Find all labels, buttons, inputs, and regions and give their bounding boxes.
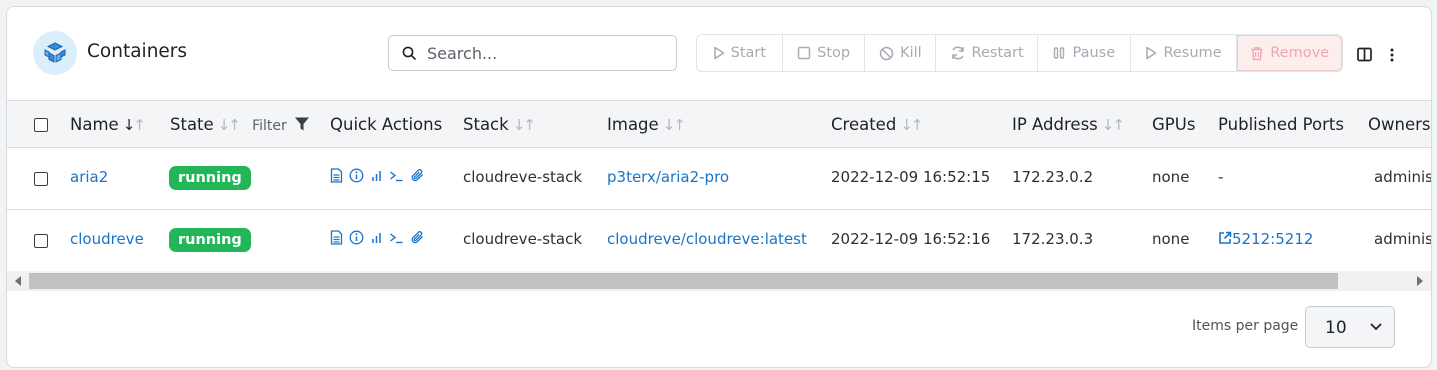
created-cell: 2022-12-09 16:52:16 <box>831 230 991 248</box>
stop-label: Stop <box>817 45 851 61</box>
published-ports-cell: - <box>1218 168 1224 186</box>
pause-icon <box>1054 47 1065 59</box>
search-box[interactable] <box>388 35 677 71</box>
stats-icon[interactable] <box>370 230 383 245</box>
panel-header: Containers Start Stop Kill <box>7 7 1431 100</box>
state-filter-button[interactable]: Filter <box>252 117 310 134</box>
items-per-page-value: 10 <box>1325 318 1347 338</box>
status-badge: running <box>169 228 251 252</box>
logs-icon[interactable] <box>330 230 343 245</box>
ip-address-cell: 172.23.0.3 <box>1012 230 1094 248</box>
created-cell: 2022-12-09 16:52:15 <box>831 168 991 186</box>
column-header-name[interactable]: Name ↓↑ <box>70 115 146 134</box>
status-badge: running <box>169 166 251 190</box>
column-header-state[interactable]: State ↓↑ Filter <box>170 115 310 134</box>
remove-button[interactable]: Remove <box>1237 35 1342 71</box>
resume-button[interactable]: Resume <box>1131 35 1238 71</box>
kill-label: Kill <box>900 45 922 61</box>
scroll-left-arrow-icon[interactable] <box>15 276 21 286</box>
stats-icon[interactable] <box>370 168 383 183</box>
published-port-link[interactable]: 5212:5212 <box>1218 230 1313 248</box>
column-header-created[interactable]: Created ↓↑ <box>831 115 923 134</box>
inspect-icon[interactable] <box>349 230 364 245</box>
column-header-published-ports: Published Ports <box>1218 115 1344 134</box>
horizontal-scrollbar[interactable] <box>7 271 1431 291</box>
start-label: Start <box>730 45 767 61</box>
sort-icon: ↓↑ <box>900 116 923 134</box>
trash-icon <box>1251 46 1263 60</box>
restart-label: Restart <box>971 45 1024 61</box>
sort-icon: ↓↑ <box>512 116 536 134</box>
sort-icon: ↓↑ <box>1101 116 1125 134</box>
filter-icon <box>295 117 310 131</box>
remove-label: Remove <box>1270 45 1330 61</box>
chevron-down-icon <box>1370 323 1382 331</box>
inspect-icon[interactable] <box>349 168 364 183</box>
image-link[interactable]: p3terx/aria2-pro <box>607 168 729 186</box>
items-per-page-select[interactable]: 10 <box>1305 306 1395 348</box>
console-icon[interactable] <box>389 230 404 245</box>
start-button[interactable]: Start <box>697 35 783 71</box>
table-row: aria2 running cloudreve-stack p3terx/ari… <box>7 148 1431 210</box>
pause-label: Pause <box>1072 45 1116 61</box>
play-icon <box>713 46 724 60</box>
refresh-icon <box>951 46 964 60</box>
select-all-checkbox[interactable] <box>34 118 48 132</box>
quick-actions <box>330 168 425 183</box>
container-name-link[interactable]: cloudreve <box>70 230 144 248</box>
play-icon <box>1146 46 1157 60</box>
row-checkbox[interactable] <box>34 234 48 248</box>
owner-cell: adminis <box>1374 168 1432 186</box>
pause-button[interactable]: Pause <box>1038 35 1131 71</box>
owner-cell: adminis <box>1374 230 1432 248</box>
search-icon <box>402 46 416 60</box>
restart-button[interactable]: Restart <box>936 35 1038 71</box>
gpus-cell: none <box>1152 230 1190 248</box>
sort-icon: ↓↑ <box>217 116 241 134</box>
page-title: Containers <box>87 41 188 62</box>
column-header-quick-actions: Quick Actions <box>330 115 443 134</box>
image-link[interactable]: cloudreve/cloudreve:latest <box>607 230 807 248</box>
console-icon[interactable] <box>389 168 404 183</box>
row-checkbox[interactable] <box>34 172 48 186</box>
stack-cell: cloudreve-stack <box>463 168 583 186</box>
column-header-image[interactable]: Image ↓↑ <box>607 115 686 134</box>
sort-desc-icon: ↓↑ <box>122 116 146 134</box>
attach-icon[interactable] <box>410 230 425 245</box>
ip-address-cell: 172.23.0.2 <box>1012 168 1094 186</box>
kill-button[interactable]: Kill <box>865 35 937 71</box>
logs-icon[interactable] <box>330 168 343 183</box>
sort-icon: ↓↑ <box>662 116 686 134</box>
column-header-stack[interactable]: Stack ↓↑ <box>463 115 536 134</box>
external-link-icon <box>1219 231 1232 244</box>
scroll-right-arrow-icon[interactable] <box>1417 276 1423 286</box>
columns-icon[interactable] <box>1357 47 1372 62</box>
quick-actions <box>330 230 425 245</box>
more-options-icon[interactable] <box>1389 48 1395 62</box>
scrollbar-thumb[interactable] <box>29 273 1338 289</box>
resume-label: Resume <box>1163 45 1222 61</box>
table-row: cloudreve running cloudreve-stack cloudr… <box>7 210 1431 272</box>
search-input[interactable] <box>425 42 665 64</box>
column-header-gpus: GPUs <box>1152 115 1196 134</box>
table-header: Name ↓↑ State ↓↑ Filter Quick Actions Stac… <box>7 100 1431 148</box>
gpus-cell: none <box>1152 168 1190 186</box>
attach-icon[interactable] <box>410 168 425 183</box>
stop-button[interactable]: Stop <box>783 35 866 71</box>
items-per-page-label: Items per page <box>1192 318 1299 334</box>
container-actions-toolbar: Start Stop Kill Restart Pause Resume Rem… <box>696 34 1343 72</box>
container-name-link[interactable]: aria2 <box>70 168 108 186</box>
containers-panel: Containers Start Stop Kill <box>6 6 1432 368</box>
ban-icon <box>879 46 894 60</box>
column-header-ip-address[interactable]: IP Address ↓↑ <box>1012 115 1125 134</box>
column-header-owners: Owners <box>1368 115 1431 134</box>
containers-logo-icon <box>33 31 77 75</box>
square-icon <box>797 46 811 60</box>
stack-cell: cloudreve-stack <box>463 230 583 248</box>
